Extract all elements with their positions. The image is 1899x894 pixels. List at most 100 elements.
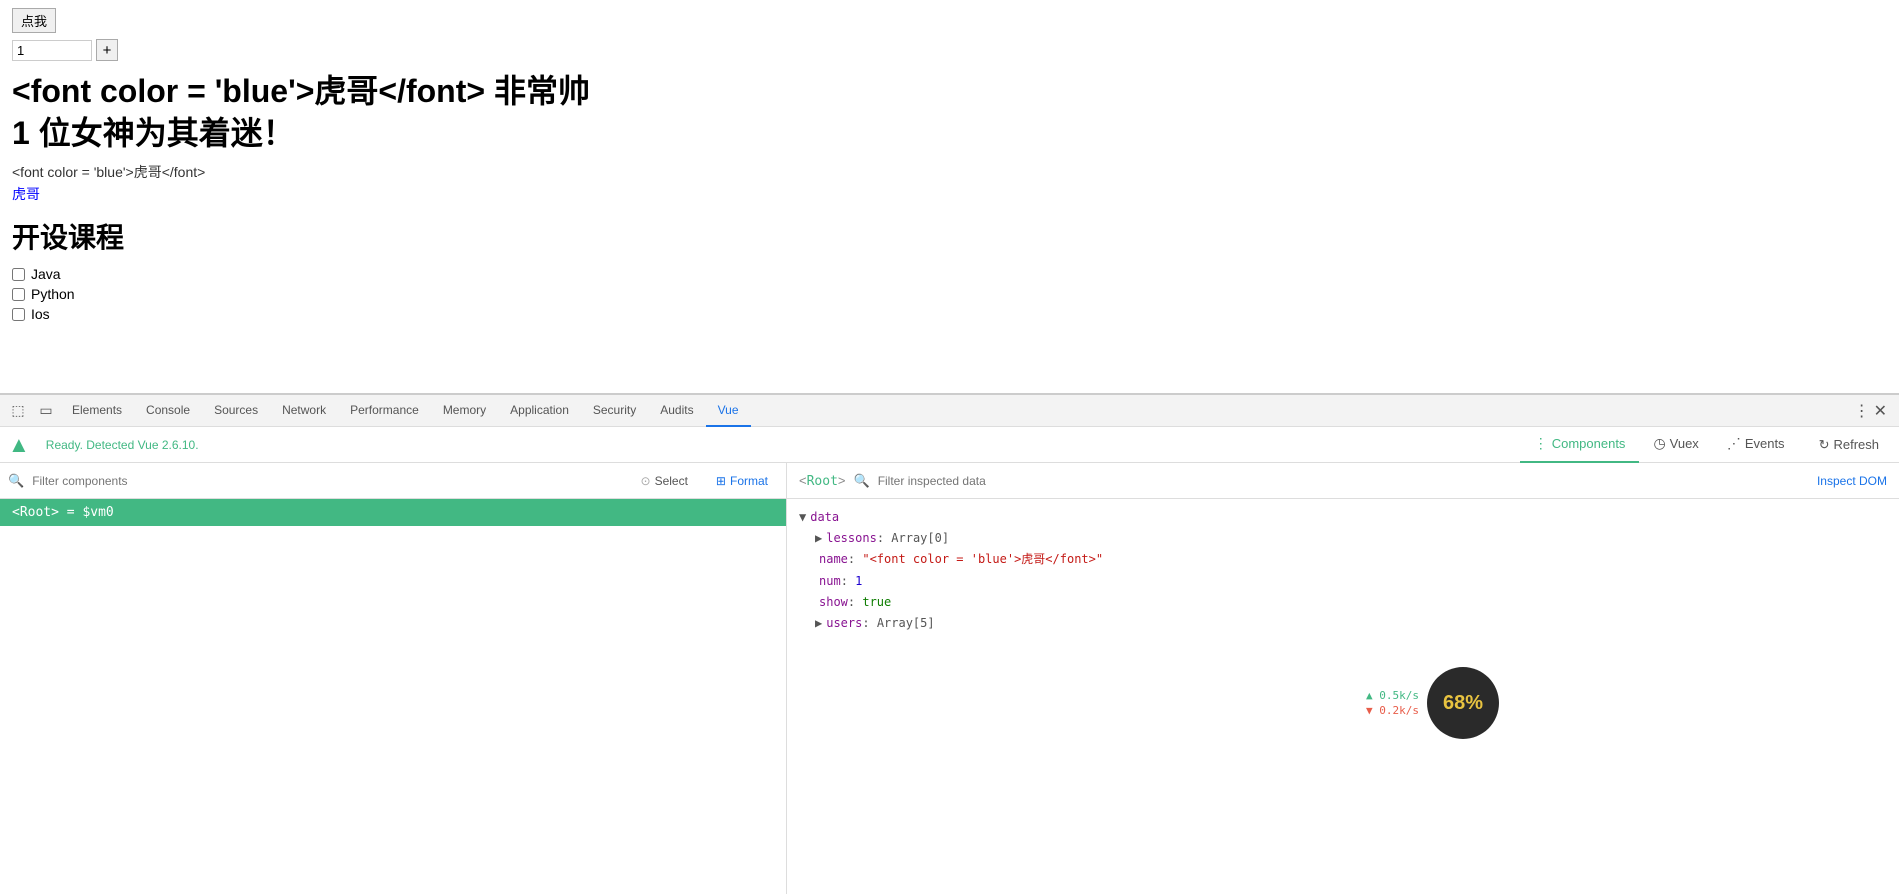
- section-title: 开设课程: [12, 216, 1887, 256]
- vue-tab-components[interactable]: ⋮ Components: [1520, 427, 1640, 463]
- triangle-data[interactable]: ▼: [799, 508, 806, 527]
- more-options-icon[interactable]: ⋮: [1854, 401, 1870, 421]
- vue-logo-icon: ▲: [8, 432, 30, 458]
- tab-sources[interactable]: Sources: [202, 395, 270, 427]
- val-num: 1: [855, 572, 862, 591]
- data-content: ▼ data ▶ lessons : Array[0] name :: [787, 499, 1899, 894]
- vue-status: Ready. Detected Vue 2.6.10.: [46, 438, 1512, 452]
- vue-tab-events[interactable]: ⋰ Events: [1713, 427, 1799, 463]
- blue-link[interactable]: 虎哥: [12, 184, 1887, 204]
- inspect-icon-button[interactable]: ⬚: [4, 397, 32, 425]
- key-users: users: [826, 614, 862, 633]
- key-name: name: [819, 550, 848, 569]
- python-checkbox[interactable]: [12, 288, 25, 301]
- colon-users: :: [862, 614, 876, 633]
- data-search-icon: 🔍: [854, 473, 870, 489]
- select-label: Select: [655, 474, 688, 488]
- colon-name: :: [848, 550, 862, 569]
- close-devtools-icon[interactable]: ✕: [1874, 401, 1887, 421]
- key-lessons: lessons: [826, 529, 877, 548]
- colon-lessons: :: [877, 529, 891, 548]
- val-users: Array[5]: [877, 614, 935, 633]
- vue-toolbar: ▲ Ready. Detected Vue 2.6.10. ⋮ Componen…: [0, 427, 1899, 463]
- colon-show: :: [848, 593, 862, 612]
- tab-security[interactable]: Security: [581, 395, 648, 427]
- val-name: "<font color = 'blue'>虎哥</font>": [862, 550, 1103, 569]
- tab-application[interactable]: Application: [498, 395, 581, 427]
- root-component-item[interactable]: <Root> = $vm0: [0, 499, 786, 526]
- key-show: show: [819, 593, 848, 612]
- triangle-users[interactable]: ▶: [815, 614, 822, 633]
- java-label: Java: [31, 266, 61, 282]
- page-content: 点我 + <font color = 'blue'>虎哥</font> 非常帅 …: [0, 0, 1899, 394]
- list-item: Java: [12, 266, 1887, 282]
- search-icon: 🔍: [8, 473, 24, 489]
- val-lessons: Array[0]: [891, 529, 949, 548]
- course-list: Java Python Ios: [12, 266, 1887, 322]
- data-line-name: name : "<font color = 'blue'>虎哥</font>": [799, 549, 1887, 570]
- data-header: <Root> 🔍 Inspect DOM: [787, 463, 1899, 499]
- num-input[interactable]: [12, 40, 92, 61]
- data-line-num: num : 1: [799, 571, 1887, 592]
- triangle-lessons[interactable]: ▶: [815, 529, 822, 548]
- format-button[interactable]: ⊞ Format: [706, 471, 778, 491]
- left-angle: <: [799, 473, 807, 488]
- events-icon: ⋰: [1727, 435, 1741, 452]
- list-item: Python: [12, 286, 1887, 302]
- filter-components-input[interactable]: [32, 474, 622, 488]
- vue-main: 🔍 ⊙ Select ⊞ Format <Root> = $vm0: [0, 463, 1899, 894]
- list-item: Ios: [12, 306, 1887, 322]
- select-button[interactable]: ⊙ Select: [631, 471, 698, 491]
- tab-performance[interactable]: Performance: [338, 395, 431, 427]
- val-show: true: [862, 593, 891, 612]
- vue-tab-components-label: Components: [1552, 436, 1626, 451]
- vue-panel: ▲ Ready. Detected Vue 2.6.10. ⋮ Componen…: [0, 427, 1899, 894]
- tab-audits[interactable]: Audits: [648, 395, 705, 427]
- vuex-icon: ◷: [1653, 435, 1665, 452]
- refresh-label: Refresh: [1833, 437, 1879, 452]
- perf-percent: 68%: [1443, 692, 1483, 715]
- components-icon: ⋮: [1534, 435, 1548, 452]
- tab-memory[interactable]: Memory: [431, 395, 498, 427]
- perf-overlay: ▲ 0.5k/s ▼ 0.2k/s 68%: [1366, 667, 1499, 739]
- refresh-icon: ↻: [1819, 437, 1830, 453]
- refresh-button[interactable]: ↻ Refresh: [1807, 430, 1891, 460]
- perf-upload-stat: ▲ 0.5k/s: [1366, 689, 1419, 702]
- data-line-data: ▼ data: [799, 507, 1887, 528]
- java-checkbox[interactable]: [12, 268, 25, 281]
- data-line-users: ▶ users : Array[5]: [799, 613, 1887, 634]
- component-tree: <Root> = $vm0: [0, 499, 786, 894]
- devtools-close-area: ⋮ ✕: [1854, 401, 1895, 421]
- devtools-panel: ⬚ ▭ Elements Console Sources Network Per…: [0, 394, 1899, 894]
- perf-download-stat: ▼ 0.2k/s: [1366, 704, 1419, 717]
- data-filter-input[interactable]: [878, 474, 1809, 488]
- vue-tab-vuex-label: Vuex: [1670, 436, 1699, 451]
- colon-num: :: [841, 572, 855, 591]
- ios-label: Ios: [31, 306, 50, 322]
- key-num: num: [819, 572, 841, 591]
- format-icon: ⊞: [716, 474, 726, 488]
- vue-tab-events-label: Events: [1745, 436, 1785, 451]
- inspect-dom-button[interactable]: Inspect DOM: [1817, 474, 1887, 488]
- tab-network[interactable]: Network: [270, 395, 338, 427]
- headline-line2: 1 位女神为其着迷！: [12, 113, 1887, 155]
- ios-checkbox[interactable]: [12, 308, 25, 321]
- data-line-show: show : true: [799, 592, 1887, 613]
- headline-line1: <font color = 'blue'>虎哥</font> 非常帅: [12, 71, 1887, 113]
- tab-elements[interactable]: Elements: [60, 395, 134, 427]
- root-tag: <Root>: [799, 473, 846, 489]
- device-icon-button[interactable]: ▭: [32, 397, 60, 425]
- tab-vue[interactable]: Vue: [706, 395, 751, 427]
- key-data: data: [810, 508, 839, 527]
- vue-tab-vuex[interactable]: ◷ Vuex: [1639, 427, 1712, 463]
- click-button[interactable]: 点我: [12, 8, 56, 33]
- devtools-tab-bar: ⬚ ▭ Elements Console Sources Network Per…: [0, 395, 1899, 427]
- vue-nav-tabs: ⋮ Components ◷ Vuex ⋰ Events: [1520, 427, 1799, 463]
- perf-stats: ▲ 0.5k/s ▼ 0.2k/s: [1366, 689, 1419, 717]
- vue-left-panel: 🔍 ⊙ Select ⊞ Format <Root> = $vm0: [0, 463, 787, 894]
- vue-right-panel: <Root> 🔍 Inspect DOM ▼ data ▶ lesso: [787, 463, 1899, 894]
- plus-button[interactable]: +: [96, 39, 118, 61]
- select-icon: ⊙: [641, 474, 651, 488]
- python-label: Python: [31, 286, 75, 302]
- tab-console[interactable]: Console: [134, 395, 202, 427]
